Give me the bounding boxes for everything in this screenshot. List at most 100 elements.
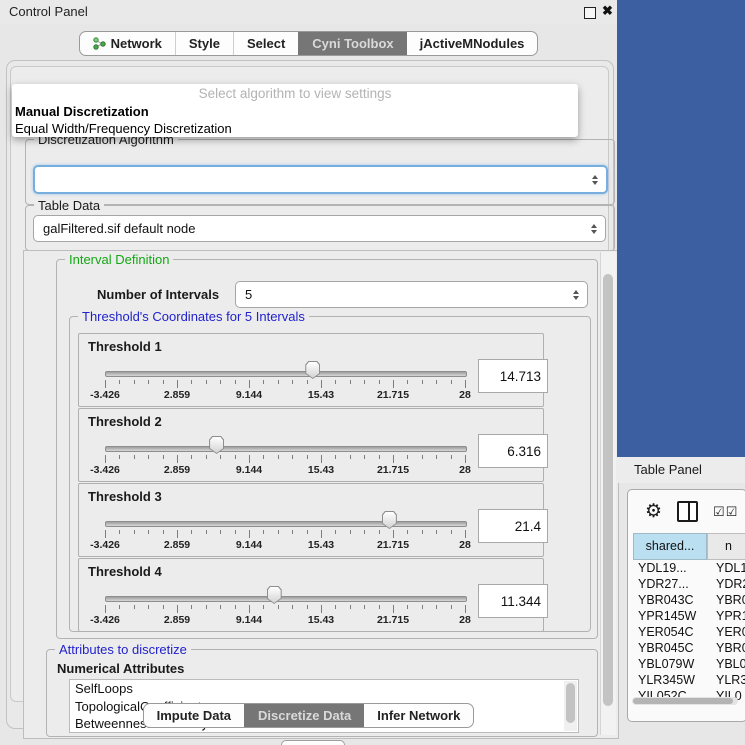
cell: YBL0 (707, 657, 745, 673)
combo-stepper-icon (573, 290, 579, 300)
tab-label: Impute Data (157, 708, 231, 723)
table-rows: YDL19...YDL1 YDR27...YDR2 YBR043CYBR0 YP… (633, 561, 745, 705)
horizontal-scrollbar[interactable] (632, 697, 738, 705)
threshold-4-slider[interactable] (105, 596, 467, 602)
threshold-3-value-field[interactable] (478, 509, 548, 543)
combo-stepper-icon (591, 224, 597, 234)
float-window-icon[interactable] (584, 7, 596, 19)
tab-label: Select (247, 36, 285, 51)
dropdown-prompt: Select algorithm to view settings (12, 86, 578, 101)
tab-label: Infer Network (377, 708, 460, 723)
screen: Control Panel ✖ Network Style Select Cyn… (0, 0, 745, 745)
table-row[interactable]: YDR27...YDR2 (633, 577, 745, 593)
group-label: Interval Definition (65, 252, 173, 267)
cell: YBR045C (633, 641, 707, 657)
cell: YBR043C (633, 593, 707, 609)
cell: YLR3 (707, 673, 745, 689)
control-panel-titlebar: Control Panel (0, 0, 617, 24)
cell: YER0 (707, 625, 745, 641)
threshold-3-slider[interactable] (105, 521, 467, 527)
threshold-4-panel: Threshold 4 -3.4262.8599.14415.4321.7152… (78, 558, 544, 632)
cell: YBL079W (633, 657, 707, 673)
cell: YDR2 (707, 577, 745, 593)
table-row[interactable]: YBR045CYBR0 (633, 641, 745, 657)
network-view-frame: GAL80 GA C GAL11 GAL4 GCY1 H HAP2 (617, 0, 745, 457)
threshold-1-slider[interactable] (105, 371, 467, 377)
threshold-label: Threshold 4 (88, 564, 162, 579)
table-data-combobox[interactable]: galFiltered.sif default node (33, 215, 606, 242)
threshold-label: Threshold 3 (88, 489, 162, 504)
combo-value: 5 (245, 287, 252, 302)
table-row[interactable]: YPR145WYPR1 (633, 609, 745, 625)
tab-style[interactable]: Style (175, 32, 233, 55)
table-panel-titlebar: Table Panel (617, 457, 745, 483)
cell: YLR345W (633, 673, 707, 689)
tab-infer-network[interactable]: Infer Network (364, 704, 473, 727)
cell: YBR0 (707, 593, 745, 609)
gear-icon[interactable]: ⚙ (645, 502, 662, 521)
tab-discretize-data[interactable]: Discretize Data (244, 704, 364, 727)
network-icon (93, 37, 106, 50)
thresholds-group: Threshold's Coordinates for 5 Intervals … (69, 316, 591, 632)
table-row[interactable]: YER054CYER0 (633, 625, 745, 641)
close-icon[interactable]: ✖ (602, 3, 613, 19)
tab-label: jActiveMNodules (420, 36, 525, 51)
dropdown-option-manual[interactable]: Manual Discretization (12, 103, 581, 120)
threshold-2-slider[interactable] (105, 446, 467, 452)
apply-button[interactable]: Apply (281, 740, 345, 745)
cell: YPR1 (707, 609, 745, 625)
threshold-label: Threshold 2 (88, 414, 162, 429)
group-label: Threshold's Coordinates for 5 Intervals (78, 309, 309, 324)
discretize-data-page: Discretization Algorithm Table Data galF… (10, 66, 609, 702)
bottom-tabbar: Impute Data Discretize Data Infer Networ… (0, 703, 617, 728)
slider-ticks (105, 380, 465, 389)
threshold-1-value-field[interactable] (478, 359, 548, 393)
slider-ticks (105, 530, 465, 539)
tab-cyni-toolbox[interactable]: Cyni Toolbox (298, 32, 406, 55)
algorithm-combobox[interactable] (33, 165, 608, 194)
threshold-3-panel: Threshold 3 -3.4262.8599.14415.4321.7152… (78, 483, 544, 557)
cell: YBR0 (707, 641, 745, 657)
table-row[interactable]: YDL19...YDL1 (633, 561, 745, 577)
slider-scale-labels: -3.4262.8599.14415.4321.71528 (79, 539, 543, 552)
checkbox-columns-icon[interactable]: ☑☑ (713, 505, 738, 518)
tab-select[interactable]: Select (233, 32, 298, 55)
tab-impute-data[interactable]: Impute Data (144, 704, 244, 727)
table-row[interactable]: YLR345WYLR3 (633, 673, 745, 689)
combo-stepper-icon (592, 175, 598, 185)
cell: YDL1 (707, 561, 745, 577)
split-view-icon[interactable] (677, 501, 698, 522)
table-header: shared... n (628, 533, 745, 560)
list-item[interactable]: SelfLoops (70, 680, 578, 698)
vertical-scrollbar[interactable] (600, 252, 616, 735)
threshold-2-panel: Threshold 2 -3.4262.8599.14415.4321.7152… (78, 408, 544, 482)
group-label: Attributes to discretize (55, 642, 191, 657)
table-toolbar: ⚙ ☑☑ (628, 490, 745, 533)
slider-scale-labels: -3.4262.8599.14415.4321.71528 (79, 389, 543, 402)
slider-scale-labels: -3.4262.8599.14415.4321.71528 (79, 614, 543, 627)
tab-label: Style (189, 36, 220, 51)
tab-label: Cyni Toolbox (312, 36, 393, 51)
num-intervals-combobox[interactable]: 5 (235, 281, 588, 308)
num-intervals-label: Number of Intervals (97, 287, 219, 302)
algorithm-dropdown-popup: Select algorithm to view settings Manual… (12, 84, 578, 137)
tab-label: Discretize Data (258, 708, 351, 723)
column-header-shared[interactable]: shared... (633, 533, 707, 560)
tab-label: Network (111, 36, 162, 51)
dropdown-option-equal-width[interactable]: Equal Width/Frequency Discretization (12, 120, 581, 137)
slider-scale-labels: -3.4262.8599.14415.4321.71528 (79, 464, 543, 477)
table-row[interactable]: YBR043CYBR0 (633, 593, 745, 609)
table-panel-title: Table Panel (634, 462, 702, 477)
cell: YDR27... (633, 577, 707, 593)
slider-ticks (105, 455, 465, 464)
cell: YPR145W (633, 609, 707, 625)
threshold-4-value-field[interactable] (478, 584, 548, 618)
tab-jactivemnodules[interactable]: jActiveMNodules (407, 32, 538, 55)
tab-network[interactable]: Network (80, 32, 175, 55)
column-header-name[interactable]: n (707, 533, 745, 560)
threshold-1-panel: Threshold 1 -3.4262.8599.14415.4321.7152… (78, 333, 544, 407)
control-panel-tabbar: Network Style Select Cyni Toolbox jActiv… (0, 31, 617, 56)
table-row[interactable]: YBL079WYBL0 (633, 657, 745, 673)
group-label: Table Data (34, 198, 104, 213)
threshold-2-value-field[interactable] (478, 434, 548, 468)
